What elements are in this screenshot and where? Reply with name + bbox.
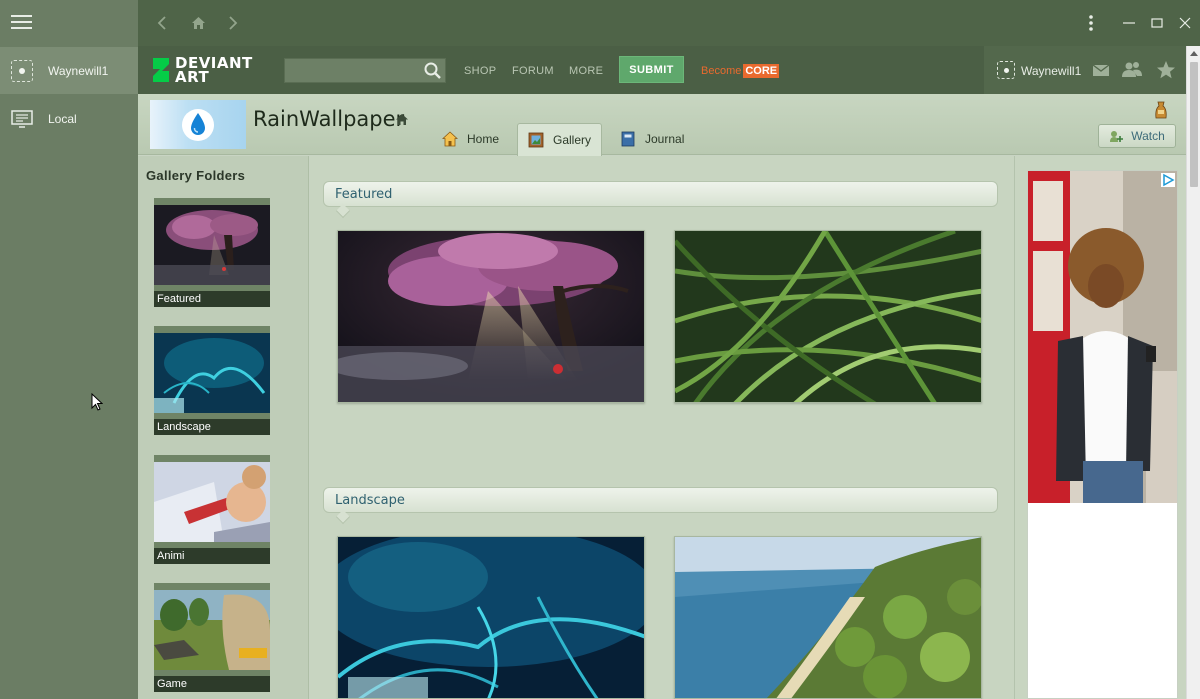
scroll-up-arrow-icon[interactable] xyxy=(1187,46,1200,60)
sidebar-item-label: Local xyxy=(48,111,77,126)
user-area: Waynewill1 xyxy=(984,46,1200,94)
deviantart-logo-icon xyxy=(153,58,169,82)
user-avatar-icon xyxy=(11,59,33,82)
folder-strip xyxy=(154,198,270,205)
folder-landscape[interactable]: Landscape xyxy=(154,326,270,442)
section-title[interactable]: Featured xyxy=(335,187,392,202)
user-avatar-icon[interactable] xyxy=(997,61,1015,79)
logo-line2: ART xyxy=(175,68,210,86)
monitor-icon xyxy=(11,108,33,130)
site-header: DEVIANT ART SHOP FORUM MORE SUBMIT Becom… xyxy=(138,46,1200,94)
submit-button[interactable]: SUBMIT xyxy=(619,56,684,83)
vertical-scrollbar[interactable] xyxy=(1186,46,1200,699)
artwork-thumbnail[interactable] xyxy=(674,230,982,403)
hamburger-menu-icon[interactable] xyxy=(11,15,32,29)
tab-gallery[interactable]: Gallery xyxy=(517,123,603,156)
app-sidebar: Waynewill1 Local xyxy=(0,0,138,699)
back-arrow-icon[interactable] xyxy=(151,12,173,34)
friends-icon[interactable] xyxy=(1121,60,1142,80)
section-notch xyxy=(335,509,351,525)
folder-thumbnail xyxy=(154,590,270,670)
tab-home[interactable]: Home xyxy=(432,123,509,155)
core-badge: CORE xyxy=(743,64,780,78)
ad-image xyxy=(1028,171,1177,503)
gallery-main: Featured Landscape xyxy=(310,156,1014,699)
nav-forum-link[interactable]: FORUM xyxy=(512,65,554,77)
folder-label: Game xyxy=(154,676,270,692)
maximize-icon[interactable] xyxy=(1146,12,1168,34)
folder-strip xyxy=(154,326,270,333)
folder-thumbnail xyxy=(154,462,270,542)
folder-strip xyxy=(154,455,270,462)
folder-featured[interactable]: Featured xyxy=(154,198,270,314)
section-header-featured: Featured xyxy=(323,181,998,219)
sidebar-item-label: Waynewill1 xyxy=(48,63,109,78)
title-bar xyxy=(138,0,1200,46)
logo-text: DEVIANT ART xyxy=(171,56,253,86)
user-name-link[interactable]: Waynewill1 xyxy=(1021,64,1081,78)
nav-more-link[interactable]: MORE xyxy=(569,65,603,77)
become-label: Become xyxy=(701,65,742,77)
folder-label: Animi xyxy=(154,548,270,564)
home-small-icon xyxy=(395,113,409,129)
gallery-folders-title: Gallery Folders xyxy=(146,168,246,183)
sidebar-item-user[interactable]: Waynewill1 xyxy=(0,47,138,94)
artwork-thumbnail[interactable] xyxy=(337,230,645,403)
folder-thumbnail xyxy=(154,333,270,413)
profile-name[interactable]: RainWallpaper xyxy=(253,107,404,131)
tab-label: Home xyxy=(467,132,500,146)
star-icon[interactable] xyxy=(1156,60,1176,80)
more-vertical-icon[interactable] xyxy=(1080,12,1102,34)
folder-animi[interactable]: Animi xyxy=(154,455,270,571)
tab-label: Gallery xyxy=(553,133,592,147)
folder-label: Featured xyxy=(154,291,270,307)
ad-choices-icon[interactable] xyxy=(1161,173,1175,187)
folder-strip xyxy=(154,583,270,590)
minimize-icon[interactable] xyxy=(1118,12,1140,34)
nav-shop-link[interactable]: SHOP xyxy=(464,65,496,77)
deviantart-logo[interactable]: DEVIANT ART xyxy=(151,56,253,86)
search-bar xyxy=(284,58,446,83)
ad-column xyxy=(1014,156,1186,699)
search-icon[interactable] xyxy=(423,61,442,80)
gallery-frame-icon xyxy=(528,132,544,148)
search-input[interactable] xyxy=(285,59,423,82)
section-title[interactable]: Landscape xyxy=(335,493,405,508)
section-header-landscape: Landscape xyxy=(323,487,998,525)
become-core-link[interactable]: Become CORE xyxy=(701,64,780,78)
house-icon xyxy=(442,131,458,147)
watch-button[interactable]: Watch xyxy=(1098,124,1176,148)
advertisement[interactable] xyxy=(1027,170,1178,699)
profile-avatar[interactable] xyxy=(150,100,246,149)
scrollbar-thumb[interactable] xyxy=(1190,62,1198,187)
tab-journal[interactable]: Journal xyxy=(610,123,694,155)
close-icon[interactable] xyxy=(1174,12,1196,34)
folder-thumbnail xyxy=(154,205,270,285)
home-icon[interactable] xyxy=(187,12,209,34)
tab-label: Journal xyxy=(645,132,685,146)
mail-icon[interactable] xyxy=(1091,60,1111,80)
watch-plus-icon xyxy=(1110,131,1124,142)
section-notch xyxy=(335,203,351,219)
journal-icon xyxy=(621,131,635,147)
artwork-thumbnail[interactable] xyxy=(337,536,645,699)
folder-label: Landscape xyxy=(154,419,270,435)
water-drop-icon xyxy=(182,108,214,141)
forward-arrow-icon[interactable] xyxy=(222,12,244,34)
llama-badge-icon[interactable] xyxy=(1153,100,1169,123)
gallery-folders-panel: Gallery Folders Featured Landscape Animi… xyxy=(138,156,309,699)
profile-header: RainWallpaper Home Gallery Journal Watch xyxy=(138,94,1186,156)
artwork-thumbnail[interactable] xyxy=(674,536,982,699)
folder-game[interactable]: Game xyxy=(154,583,270,699)
mouse-cursor-icon xyxy=(91,392,104,414)
sidebar-item-local[interactable]: Local xyxy=(0,95,138,142)
watch-label: Watch xyxy=(1131,129,1165,143)
